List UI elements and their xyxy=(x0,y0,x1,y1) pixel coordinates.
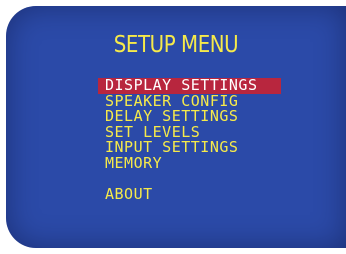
menu-item-memory[interactable]: MEMORY xyxy=(98,155,281,172)
menu-item-about[interactable]: ABOUT xyxy=(98,186,281,203)
menu-title: SETUP MENU xyxy=(113,32,239,58)
setup-menu-list: DISPLAY SETTINGS SPEAKER CONFIG DELAY SE… xyxy=(98,77,281,203)
setup-menu-screen: SETUP MENU DISPLAY SETTINGS SPEAKER CONF… xyxy=(6,6,346,248)
